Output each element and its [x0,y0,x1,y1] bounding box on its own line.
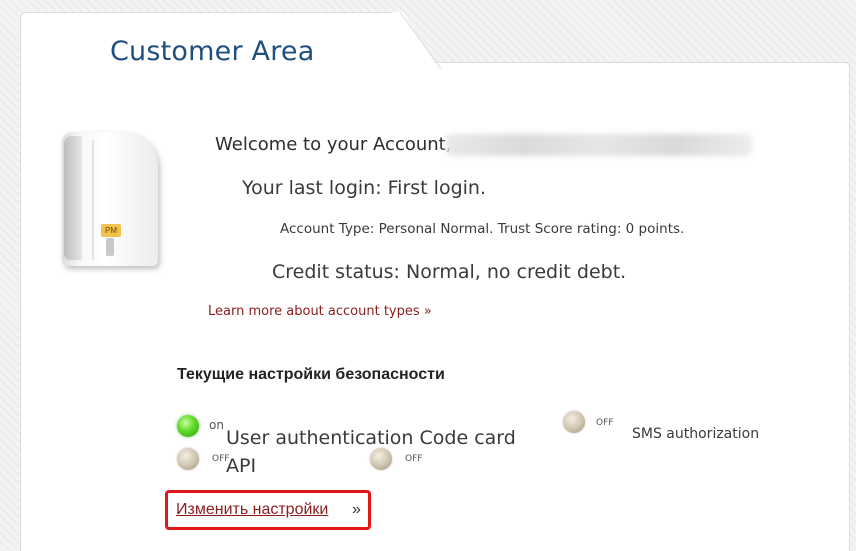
security-settings-heading: Текущие настройки безопасности [177,366,445,383]
welcome-text: Welcome to your Account, [215,134,452,155]
last-login-text: Your last login: First login. [242,177,486,199]
tab-slant [392,12,442,74]
change-settings-link[interactable]: Изменить настройки [176,501,328,519]
device-image-seam [92,140,94,260]
pm-badge: PM [101,224,121,237]
status-state-label: on [209,418,224,432]
blurred-account-name [446,134,752,156]
credit-status-text: Credit status: Normal, no credit debt. [272,261,627,283]
change-settings-arrow: » [352,501,361,518]
code-card-label: User authentication Code card [226,427,516,449]
learn-more-link[interactable]: Learn more about account types » [208,304,432,319]
device-slot [106,238,114,256]
status-off-icon [177,448,199,470]
sms-authorization-label: SMS authorization [632,426,760,442]
api-label: API [226,455,257,477]
page-title: Customer Area [110,36,315,67]
device-image-side [64,136,82,260]
status-off-icon [370,448,392,470]
account-type-text: Account Type: Personal Normal. Trust Sco… [280,221,685,237]
status-off-icon [563,411,585,433]
status-state-label: OFF [596,418,614,428]
status-state-label: OFF [405,454,423,464]
status-on-icon [177,415,199,437]
